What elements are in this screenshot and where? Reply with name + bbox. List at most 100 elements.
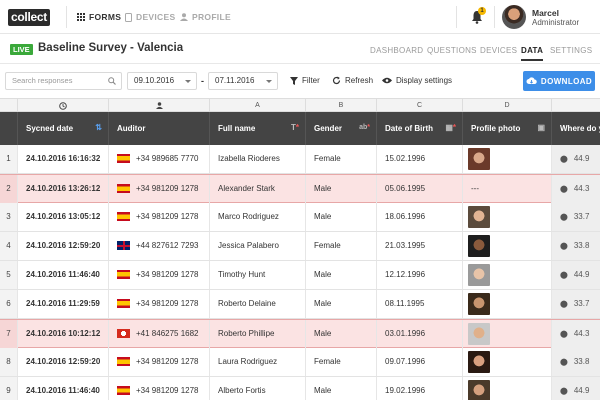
date-to-picker[interactable]: 07.11.2016 [208, 72, 278, 90]
cell-gender[interactable]: Female [306, 232, 377, 260]
cell-gender[interactable]: Male [306, 290, 377, 318]
cell-profile-photo[interactable] [463, 232, 552, 260]
cell-date-of-birth[interactable]: 08.11.1995 [377, 290, 463, 318]
profile-photo-thumbnail[interactable] [468, 293, 490, 315]
cell-auditor[interactable]: +44 827612 7293 [109, 232, 210, 260]
date-from-picker[interactable]: 09.10.2016 [127, 72, 197, 90]
table-row[interactable]: 2 24.10.2016 13:26:12 +34 981209 1278 Alexa… [0, 174, 600, 203]
sort-icon[interactable]: ⇅ [95, 123, 102, 133]
header-profile-photo[interactable]: Profile photo ▣ [463, 112, 552, 145]
tab-questions[interactable]: QUESTIONS [427, 46, 477, 55]
cell-full-name[interactable]: Marco Rodriguez [210, 203, 306, 231]
tab-dashboard[interactable]: DASHBOARD [370, 46, 423, 55]
header-date-of-birth[interactable]: Date of Birth ▦* [377, 112, 463, 145]
refresh-button[interactable]: Refresh [332, 76, 373, 85]
cell-auditor[interactable]: +34 981209 1278 [109, 348, 210, 376]
cell-profile-photo[interactable] [463, 348, 552, 376]
cell-gender[interactable]: Female [306, 348, 377, 376]
cell-location[interactable]: ⬤ 44.9 [552, 261, 600, 289]
profile-photo-thumbnail[interactable] [468, 323, 490, 345]
cell-date-of-birth[interactable]: 21.03.1995 [377, 232, 463, 260]
search-input[interactable]: Search responses [5, 72, 122, 90]
cell-auditor[interactable]: +34 981209 1278 [109, 261, 210, 289]
header-auditor[interactable]: Auditor [109, 112, 210, 145]
cell-location[interactable]: ⬤ 44.3 [552, 320, 600, 348]
cell-gender[interactable]: Male [306, 203, 377, 231]
cell-date-of-birth[interactable]: 03.01.1996 [377, 320, 463, 348]
cell-location[interactable]: ⬤ 44.9 [552, 377, 600, 400]
profile-photo-thumbnail[interactable] [468, 235, 490, 257]
cell-date-of-birth[interactable]: 18.06.1996 [377, 203, 463, 231]
cell-synced-date[interactable]: 24.10.2016 16:16:32 [18, 145, 109, 173]
cell-synced-date[interactable]: 24.10.2016 12:59:20 [18, 348, 109, 376]
tab-data[interactable]: DATA [521, 46, 544, 61]
cell-full-name[interactable]: Timothy Hunt [210, 261, 306, 289]
cell-full-name[interactable]: Izabella Rioderes [210, 145, 306, 173]
profile-photo-thumbnail[interactable] [468, 351, 490, 373]
table-row[interactable]: 5 24.10.2016 11:46:40 +34 981209 1278 Timot… [0, 261, 600, 290]
cell-full-name[interactable]: Laura Rodriguez [210, 348, 306, 376]
cell-synced-date[interactable]: 24.10.2016 12:59:20 [18, 232, 109, 260]
cell-gender[interactable]: Female [306, 145, 377, 173]
cell-profile-photo[interactable] [463, 377, 552, 400]
profile-photo-thumbnail[interactable] [468, 148, 490, 170]
table-row[interactable]: 7 24.10.2016 10:12:12 +41 846275 1682 Rober… [0, 319, 600, 348]
display-settings-button[interactable]: Display settings [382, 76, 452, 85]
cell-gender[interactable]: Male [306, 377, 377, 400]
profile-photo-thumbnail[interactable] [468, 206, 490, 228]
cell-location[interactable]: ⬤ 44.3 [552, 175, 600, 203]
table-row[interactable]: 8 24.10.2016 12:59:20 +34 981209 1278 Laura… [0, 348, 600, 377]
cell-full-name[interactable]: Roberto Delaine [210, 290, 306, 318]
filter-button[interactable]: Filter [290, 76, 320, 85]
cell-full-name[interactable]: Alberto Fortis [210, 377, 306, 400]
profile-photo-thumbnail[interactable] [468, 380, 490, 400]
cell-date-of-birth[interactable]: 19.02.1996 [377, 377, 463, 400]
tab-settings[interactable]: SETTINGS [550, 46, 592, 55]
table-row[interactable]: 4 24.10.2016 12:59:20 +44 827612 7293 Jessi… [0, 232, 600, 261]
cell-profile-photo[interactable] [463, 261, 552, 289]
nav-devices[interactable]: DEVICES [125, 12, 175, 22]
cell-profile-photo[interactable] [463, 320, 552, 348]
table-row[interactable]: 3 24.10.2016 13:05:12 +34 981209 1278 Marco… [0, 203, 600, 232]
cell-location[interactable]: ⬤ 44.9 [552, 145, 600, 173]
tab-devices[interactable]: DEVICES [480, 46, 517, 55]
avatar[interactable] [502, 5, 526, 29]
cell-full-name[interactable]: Alexander Stark [210, 175, 306, 203]
cell-synced-date[interactable]: 24.10.2016 11:46:40 [18, 261, 109, 289]
cell-synced-date[interactable]: 24.10.2016 11:46:40 [18, 377, 109, 400]
cell-profile-photo[interactable]: --- [463, 175, 552, 203]
table-row[interactable]: 1 24.10.2016 16:16:32 +34 989685 7770 Izabe… [0, 145, 600, 174]
cell-gender[interactable]: Male [306, 175, 377, 203]
table-row[interactable]: 9 24.10.2016 11:46:40 +34 981209 1278 Alber… [0, 377, 600, 400]
cell-gender[interactable]: Male [306, 320, 377, 348]
cell-auditor[interactable]: +41 846275 1682 [109, 320, 210, 348]
cell-synced-date[interactable]: 24.10.2016 10:12:12 [18, 320, 109, 348]
cell-date-of-birth[interactable]: 12.12.1996 [377, 261, 463, 289]
cell-full-name[interactable]: Jessica Palabero [210, 232, 306, 260]
download-button[interactable]: DOWNLOAD [523, 71, 595, 91]
cell-gender[interactable]: Male [306, 261, 377, 289]
nav-profile[interactable]: PROFILE [180, 12, 231, 22]
cell-auditor[interactable]: +34 981209 1278 [109, 290, 210, 318]
cell-full-name[interactable]: Roberto Phillipe [210, 320, 306, 348]
cell-auditor[interactable]: +34 981209 1278 [109, 175, 210, 203]
user-name[interactable]: Marcel [532, 8, 559, 18]
profile-photo-thumbnail[interactable] [468, 264, 490, 286]
cell-synced-date[interactable]: 24.10.2016 11:29:59 [18, 290, 109, 318]
cell-location[interactable]: ⬤ 33.7 [552, 203, 600, 231]
cell-profile-photo[interactable] [463, 290, 552, 318]
cell-profile-photo[interactable] [463, 145, 552, 173]
cell-date-of-birth[interactable]: 05.06.1995 [377, 175, 463, 203]
app-logo[interactable]: collect [8, 9, 50, 26]
cell-synced-date[interactable]: 24.10.2016 13:26:12 [18, 175, 109, 203]
header-full-name[interactable]: Full name T* [210, 112, 306, 145]
cell-location[interactable]: ⬤ 33.8 [552, 232, 600, 260]
table-row[interactable]: 6 24.10.2016 11:29:59 +34 981209 1278 Rober… [0, 290, 600, 319]
cell-location[interactable]: ⬤ 33.7 [552, 290, 600, 318]
nav-forms[interactable]: FORMS [77, 12, 121, 22]
cell-auditor[interactable]: +34 989685 7770 [109, 145, 210, 173]
header-synced-date[interactable]: Sycned date ⇅ [18, 112, 109, 145]
cell-location[interactable]: ⬤ 33.8 [552, 348, 600, 376]
cell-synced-date[interactable]: 24.10.2016 13:05:12 [18, 203, 109, 231]
cell-date-of-birth[interactable]: 15.02.1996 [377, 145, 463, 173]
